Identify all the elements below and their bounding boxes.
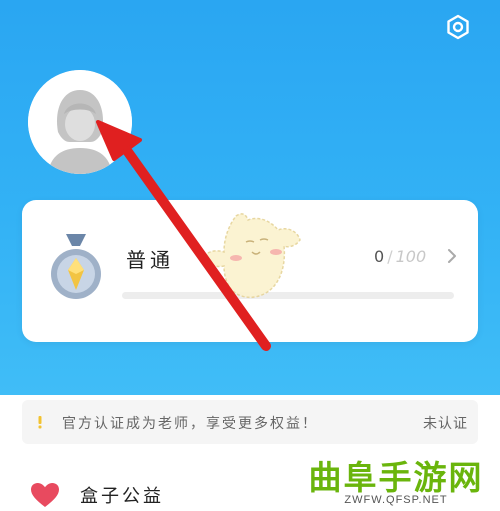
default-avatar-icon (28, 70, 132, 174)
medal-icon (48, 232, 104, 302)
watermark-title: 曲阜手游网 (308, 458, 484, 497)
certification-notice[interactable]: 官方认证成为老师，享受更多权益！ 未认证 (22, 400, 478, 444)
menu-item-charity[interactable]: 盒子公益 (22, 470, 282, 510)
level-name: 普通 (126, 248, 174, 272)
points-separator: / (387, 247, 393, 266)
notice-text: 官方认证成为老师，享受更多权益！ (62, 416, 318, 432)
current-points: 0 (374, 247, 385, 266)
gear-icon (447, 14, 469, 40)
avatar[interactable] (28, 70, 132, 174)
settings-button[interactable] (443, 12, 473, 42)
heart-icon (31, 483, 59, 507)
info-icon (38, 416, 42, 429)
site-watermark: 曲阜手游网 ZWFW.QFSP.NET (292, 451, 500, 511)
menu-item-label: 盒子公益 (80, 486, 164, 507)
level-points: 0/100 (374, 247, 426, 266)
certification-status[interactable]: 未认证 (423, 413, 468, 433)
max-points: 100 (395, 247, 427, 266)
watermark-url: ZWFW.QFSP.NET (344, 494, 448, 506)
chevron-right-icon[interactable] (444, 246, 460, 266)
mascot-illustration (203, 213, 301, 299)
